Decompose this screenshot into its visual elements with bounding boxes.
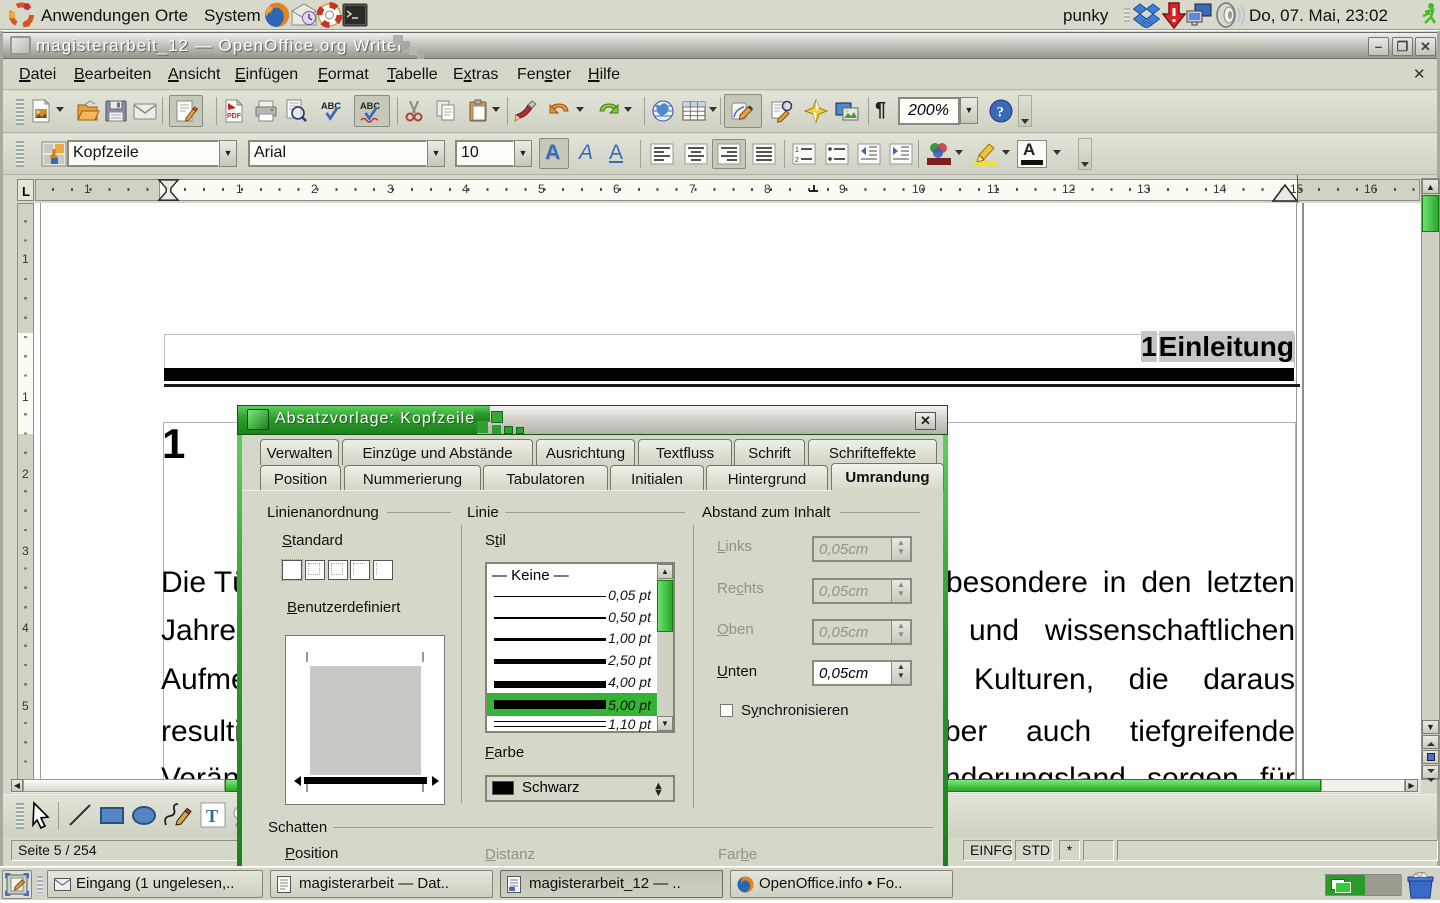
svg-text:ABC: ABC xyxy=(321,101,341,111)
svg-text:?: ? xyxy=(997,105,1005,121)
svg-text:2: 2 xyxy=(795,157,799,164)
svg-text:T: T xyxy=(206,806,218,826)
svg-text:PDF: PDF xyxy=(227,113,242,120)
svg-text:1: 1 xyxy=(795,147,799,154)
svg-text:ABC: ABC xyxy=(360,101,380,111)
